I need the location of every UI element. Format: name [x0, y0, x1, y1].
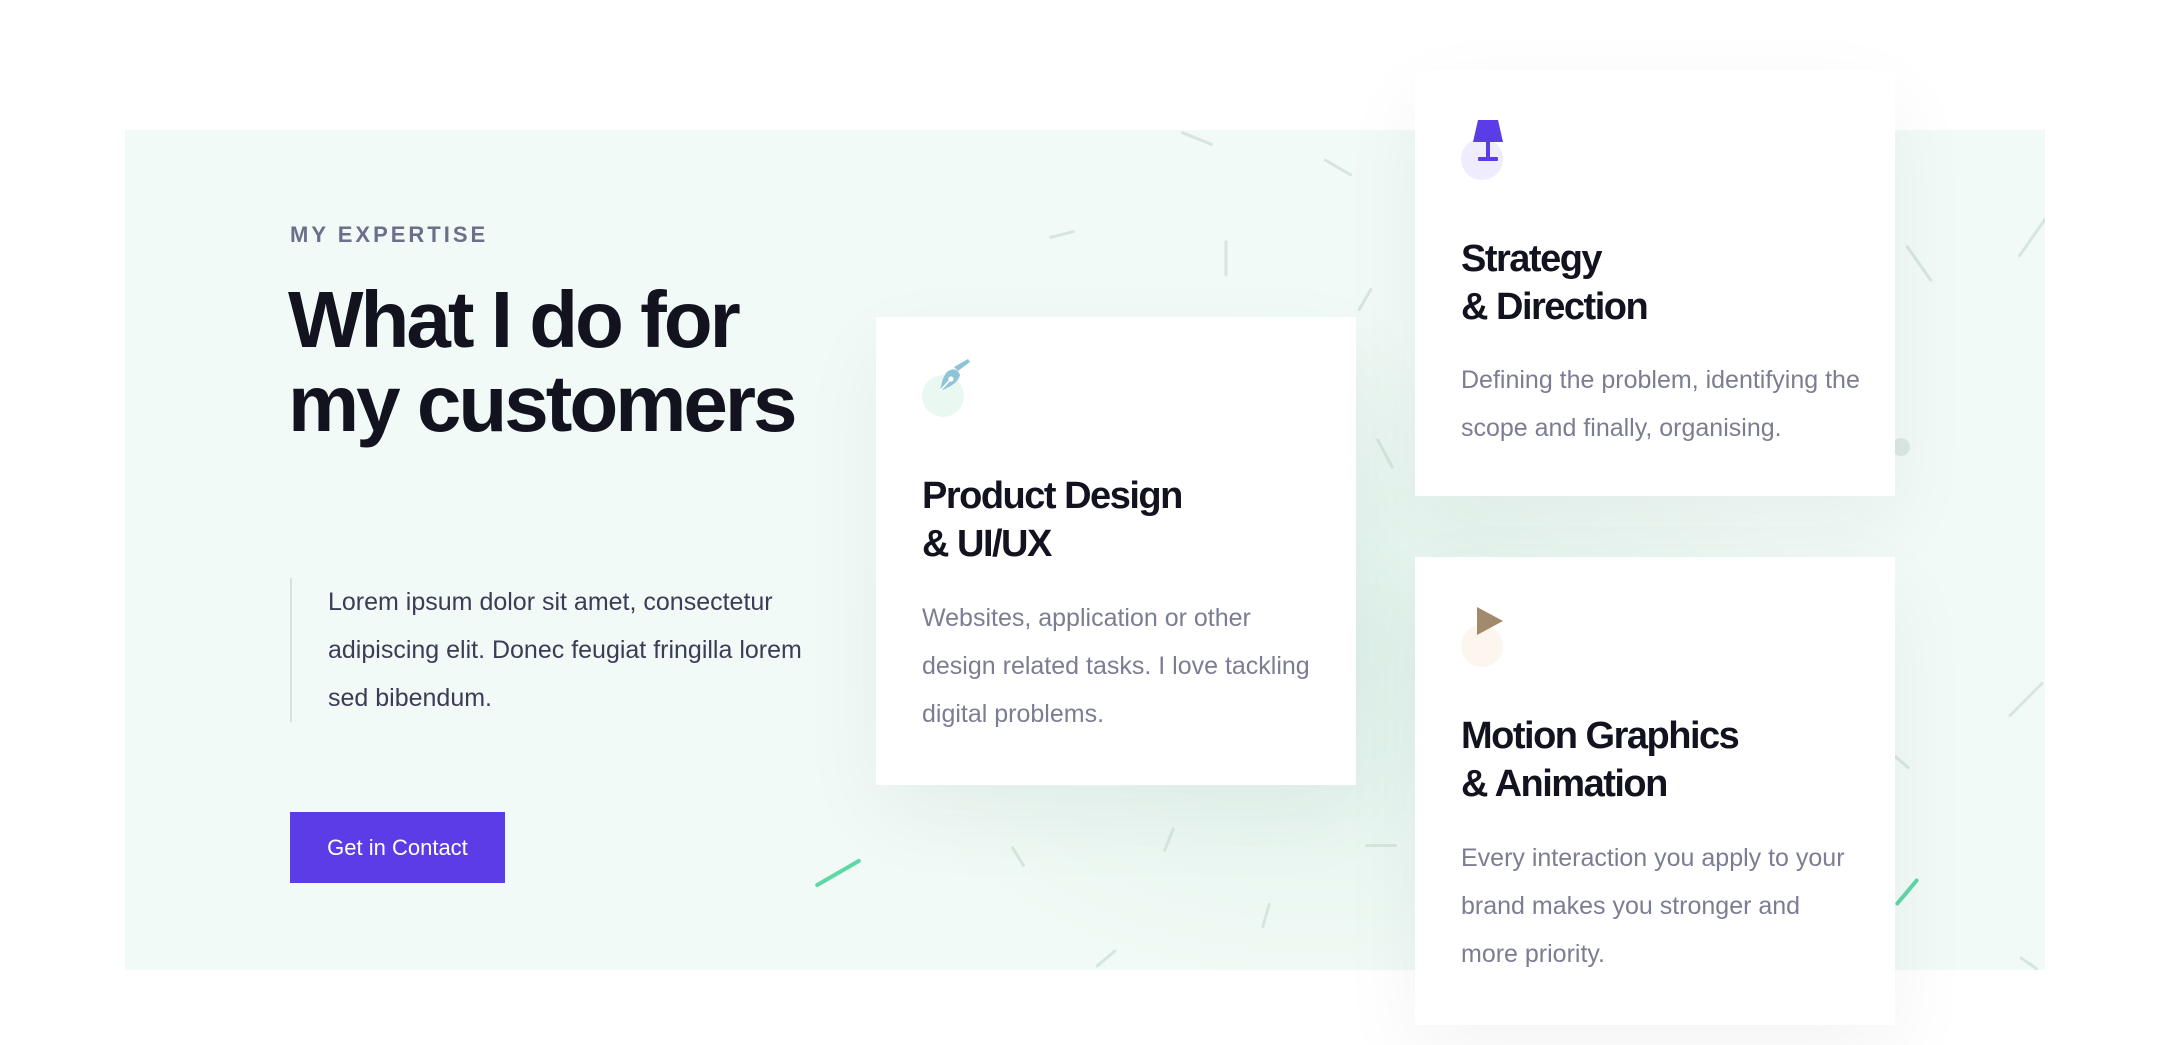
decor-dash [1162, 826, 1176, 853]
card-title: Strategy & Direction [1461, 238, 1649, 328]
decor-dash [1375, 437, 1395, 470]
decor-dash [1323, 158, 1353, 177]
card-title: Motion Graphics & Animation [1461, 715, 1740, 805]
card-description: Websites, application or other design re… [922, 604, 1310, 728]
decor-dash [2007, 681, 2045, 718]
expertise-section: MY EXPERTISE What I do for my customers … [0, 0, 2171, 1045]
decor-dash [1049, 229, 1075, 240]
card-description: Defining the problem, identifying the sc… [1461, 366, 1860, 442]
decor-dash-green [814, 858, 862, 888]
decor-dash [2019, 955, 2039, 970]
decor-dash [1365, 844, 1397, 847]
card-description: Every interaction you apply to your bran… [1461, 844, 1845, 968]
service-card-strategy: Strategy & Direction Defining the proble… [1415, 70, 1895, 496]
decor-dash [1357, 287, 1373, 312]
decor-dash [1180, 130, 1214, 147]
section-eyebrow: MY EXPERTISE [290, 222, 489, 247]
decor-dash [1224, 240, 1228, 277]
decor-dash-green [1894, 877, 1920, 907]
get-in-contact-button[interactable]: Get in Contact [290, 812, 505, 883]
play-icon [1461, 607, 1521, 667]
decor-dash [2017, 215, 2045, 258]
intro-text: Lorem ipsum dolor sit amet, consectetur … [328, 588, 802, 712]
service-card-product-design: Product Design & UI/UX Websites, applica… [876, 317, 1356, 785]
decor-dash [1095, 948, 1117, 969]
section-heading: What I do for my customers [288, 275, 797, 448]
lamp-icon [1461, 120, 1521, 180]
intro-quote: Lorem ipsum dolor sit amet, consectetur … [290, 578, 848, 722]
decor-dash [1010, 845, 1026, 868]
service-card-motion-graphics: Motion Graphics & Animation Every intera… [1415, 557, 1895, 1025]
decor-dash [1260, 902, 1272, 929]
decor-dash [1905, 244, 1933, 283]
pen-nib-icon [922, 357, 982, 417]
card-title: Product Design & UI/UX [922, 475, 1183, 565]
